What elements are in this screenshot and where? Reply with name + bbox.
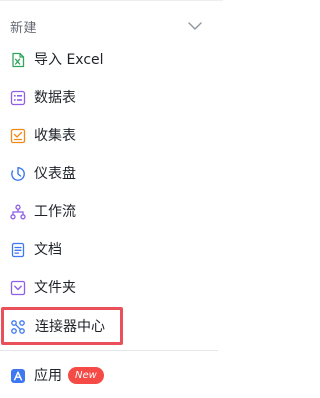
section-title: 新建: [10, 20, 38, 36]
menu-item-dashboard[interactable]: 仪表盘: [0, 155, 223, 193]
app-icon: [11, 369, 25, 383]
menu-item-label: 导入 Excel: [34, 52, 104, 68]
menu-item-label: 文件夹: [34, 280, 76, 296]
menu-item-label: 文档: [34, 242, 62, 258]
table-icon: [10, 90, 26, 106]
menu-item-import-excel[interactable]: 导入 Excel: [0, 41, 223, 79]
section-divider: [0, 350, 218, 351]
connector-icon: [11, 320, 25, 334]
menu-item-label: 收集表: [34, 128, 76, 144]
menu-item-connector-center[interactable]: 连接器中心: [1, 307, 123, 345]
menu-item-form[interactable]: 收集表: [0, 117, 223, 155]
excel-icon: [12, 52, 25, 68]
top-divider: [0, 0, 223, 1]
menu-item-apps[interactable]: 应用 New: [0, 357, 223, 395]
document-icon: [11, 242, 25, 258]
chevron-down-icon[interactable]: [187, 18, 203, 34]
new-badge: New: [68, 367, 104, 384]
menu-item-document[interactable]: 文档: [0, 231, 223, 269]
workflow-icon: [10, 204, 26, 220]
folder-icon: [10, 280, 26, 296]
menu-item-label: 仪表盘: [34, 166, 76, 182]
menu-item-folder[interactable]: 文件夹: [0, 269, 223, 307]
menu-item-datasheet[interactable]: 数据表: [0, 79, 223, 117]
menu-item-workflow[interactable]: 工作流: [0, 193, 223, 231]
form-icon: [10, 128, 26, 144]
menu-item-label: 应用: [34, 368, 62, 384]
menu-item-label: 工作流: [34, 204, 76, 220]
menu-item-label: 连接器中心: [35, 319, 105, 335]
create-section-header[interactable]: 新建: [0, 8, 223, 44]
dashboard-icon: [11, 167, 25, 181]
menu-item-label: 数据表: [34, 90, 76, 106]
create-menu-panel: 新建 导入 Excel 数据表 收集表 仪表盘 工作流 文档 文件夹 连接器中心…: [0, 0, 223, 398]
